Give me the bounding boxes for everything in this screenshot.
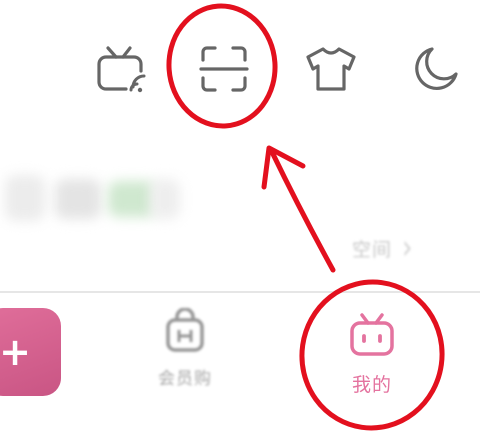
night-mode-moon-icon[interactable] [406,44,462,94]
plus-icon: + [0,330,31,374]
profile-info-blurred [0,165,200,235]
tab-label: 会员购 [158,369,212,389]
blurred-text-block [108,181,156,217]
arrow-line [269,149,336,273]
space-link-label: 空间 [352,238,393,261]
tab-mine[interactable]: 我的 [330,312,414,397]
chevron-right-icon: › [402,228,414,268]
bilibili-tv-icon [347,312,397,362]
arrow-head [261,145,306,190]
top-bar [0,0,480,150]
blurred-text-block [5,175,45,221]
blurred-text-block [150,179,180,219]
shopping-bag-icon [162,307,208,358]
tab-label: 我的 [351,374,392,396]
tab-vip-mall[interactable]: 会员购 [145,307,225,389]
blurred-text-block [55,179,101,219]
theme-shirt-icon[interactable] [304,44,358,94]
space-link[interactable]: 空间 › [352,228,414,268]
scan-qr-icon[interactable] [198,44,250,94]
publish-plus-button[interactable]: + [0,308,61,396]
cast-tv-icon[interactable] [96,44,148,94]
